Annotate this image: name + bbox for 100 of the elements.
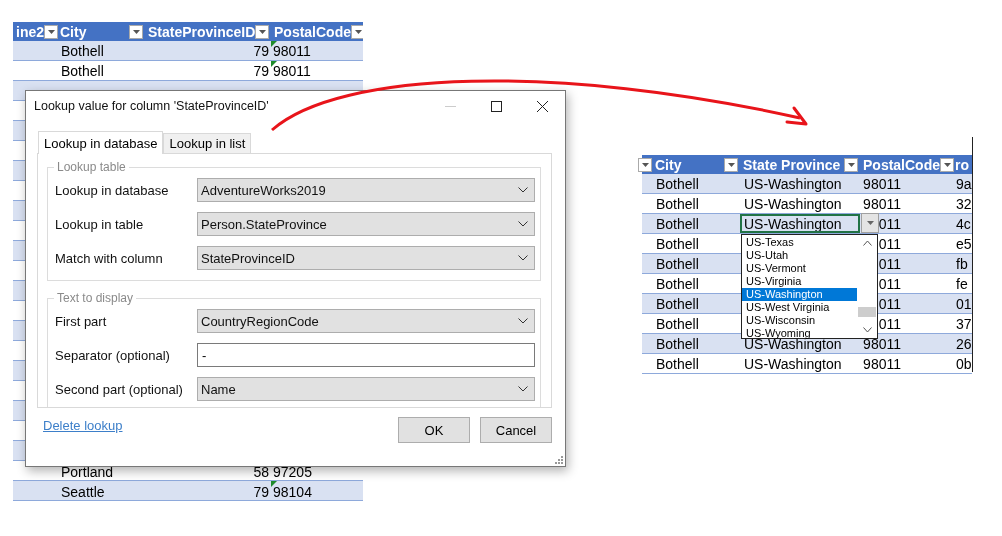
field-label: Lookup in table	[55, 216, 145, 232]
list-item[interactable]: US-Wisconsin	[742, 314, 857, 327]
chevron-up-icon[interactable]	[862, 240, 872, 246]
column-header: StateProvinceID	[148, 23, 256, 40]
table-cell-text: Bothell	[655, 315, 699, 332]
list-item[interactable]: US-Virginia	[742, 275, 857, 288]
chevron-down-icon[interactable]	[862, 327, 872, 333]
delete-lookup-link[interactable]: Delete lookup	[43, 418, 123, 433]
table-cell-text: Bothell	[60, 42, 104, 59]
table-cell: 79	[253, 42, 269, 59]
column-header: ine2	[16, 23, 44, 40]
table-cell-text: Bothell	[655, 335, 699, 352]
table-cell-text: fb	[955, 255, 968, 272]
table-cell-text: Bothell	[655, 215, 699, 232]
chevron-down-icon	[518, 318, 528, 324]
table-cell-text: 0b	[955, 355, 972, 372]
table-cell: 98011	[863, 355, 901, 372]
table-cell-text: 26	[955, 335, 972, 352]
list-item[interactable]: US-West Virginia	[742, 301, 857, 314]
table-cell: 98011	[273, 62, 311, 79]
dialog-button[interactable]: Cancel	[480, 417, 552, 443]
filter-button[interactable]	[44, 24, 58, 39]
list-item[interactable]: US-Utah	[742, 249, 857, 262]
table-cell: 011	[878, 275, 901, 292]
table-cell-text: 01	[955, 295, 972, 312]
input-field[interactable]: -	[197, 343, 535, 367]
window-title: Lookup value for column 'StateProvinceID'	[34, 99, 269, 113]
field-label: Separator (optional)	[55, 347, 171, 363]
caret-icon	[641, 162, 649, 167]
table-cell: 98011	[863, 335, 901, 352]
field-label: Second part (optional)	[55, 381, 184, 397]
group-title: Lookup table	[54, 160, 129, 174]
caret-icon	[847, 162, 855, 167]
chevron-down-icon	[518, 255, 528, 261]
dropdown-field[interactable]: Person.StateProvince	[197, 212, 535, 236]
table-cell-text: US-Washington	[743, 355, 842, 372]
table-cell: 98011	[273, 42, 311, 59]
caret-icon	[866, 221, 874, 225]
table-cell: 011	[878, 235, 901, 252]
table-cell-text: fe	[955, 275, 968, 292]
caret-icon	[47, 29, 55, 34]
resize-grip-icon[interactable]	[554, 455, 563, 464]
chevron-down-icon	[518, 386, 528, 392]
table-cell: 011	[878, 315, 901, 332]
filter-button[interactable]	[844, 157, 858, 172]
table-cell-text: Bothell	[655, 195, 699, 212]
table-cell: 58	[253, 464, 269, 480]
table-cell: 98011	[863, 175, 901, 192]
column-header: PostalCode	[863, 156, 940, 173]
list-item[interactable]: US-Texas	[742, 236, 857, 249]
table-cell: 79	[253, 484, 269, 500]
column-header: ro	[955, 156, 969, 173]
table-cell: 79	[253, 62, 269, 79]
table-cell-text: 32	[955, 195, 972, 212]
caret-icon	[354, 29, 362, 34]
filter-button[interactable]	[129, 24, 143, 39]
table-cell: 97205	[273, 464, 312, 480]
column-header: PostalCode	[274, 23, 351, 40]
table-cell: 98104	[273, 484, 312, 500]
cell-dropdown-button[interactable]	[861, 213, 879, 233]
dropdown-field[interactable]: Name	[197, 377, 535, 401]
chevron-down-icon	[518, 221, 528, 227]
caret-icon	[943, 162, 951, 167]
filter-button[interactable]	[724, 157, 738, 172]
filter-button[interactable]	[351, 24, 363, 39]
table-cell: 011	[878, 215, 901, 232]
scrollbar-thumb[interactable]	[858, 306, 876, 317]
tab[interactable]: Lookup in database	[38, 131, 164, 154]
table-cell: 011	[878, 255, 901, 272]
table-cell-text: Bothell	[655, 255, 699, 272]
table-cell-text: Bothell	[60, 62, 104, 79]
table-cell-text: Seattle	[60, 484, 105, 500]
filter-button[interactable]	[940, 157, 954, 172]
table-cell-text: 4c	[955, 215, 971, 232]
caret-icon	[258, 29, 266, 34]
table-cell-text: US-Washington	[743, 215, 842, 232]
table-cell-text: Bothell	[655, 235, 699, 252]
table-cell-text: US-Washington	[743, 175, 842, 192]
chevron-down-icon	[518, 187, 528, 193]
dropdown-field[interactable]: CountryRegionCode	[197, 309, 535, 333]
table-cell-text: 37	[955, 315, 972, 332]
table-cell-text: Portland	[60, 464, 114, 480]
dialog-button[interactable]: OK	[398, 417, 470, 443]
table-cell: 98011	[863, 195, 901, 212]
filter-button[interactable]	[255, 24, 270, 39]
table-cell-text: US-Washington	[743, 195, 842, 212]
table-cell-text: Bothell	[655, 355, 699, 372]
list-item[interactable]: US-Vermont	[742, 262, 857, 275]
tab[interactable]: Lookup in list	[163, 133, 252, 153]
table-cell-text: Bothell	[655, 295, 699, 312]
caret-icon	[132, 29, 140, 34]
table-cell-text: Bothell	[655, 275, 699, 292]
field-label: Lookup in database	[55, 182, 170, 198]
group-title: Text to display	[54, 291, 137, 305]
filter-button[interactable]	[638, 157, 652, 172]
table-cell: 011	[878, 295, 901, 312]
dropdown-field[interactable]: AdventureWorks2019	[197, 178, 535, 202]
dropdown-field[interactable]: StateProvinceID	[197, 246, 535, 270]
list-item[interactable]: US-Washington	[742, 288, 857, 301]
table-cell-text: Bothell	[655, 175, 699, 192]
